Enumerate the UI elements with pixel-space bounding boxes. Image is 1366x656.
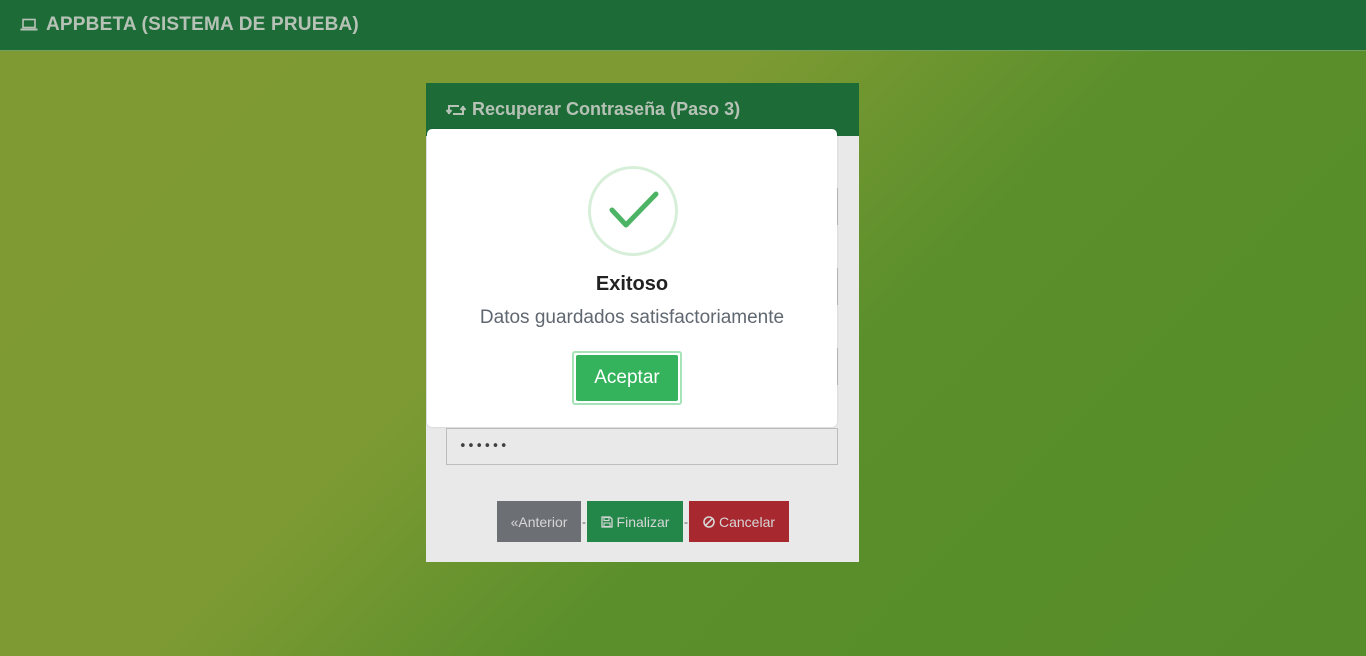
- success-check-icon: [588, 166, 678, 256]
- dialog-message: Datos guardados satisfactoriamente: [479, 307, 785, 328]
- dialog-title: Exitoso: [595, 273, 669, 295]
- accept-button[interactable]: Aceptar: [576, 355, 678, 401]
- accept-button-focus-ring: Aceptar: [572, 351, 682, 405]
- success-dialog: Exitoso Datos guardados satisfactoriamen…: [427, 129, 837, 427]
